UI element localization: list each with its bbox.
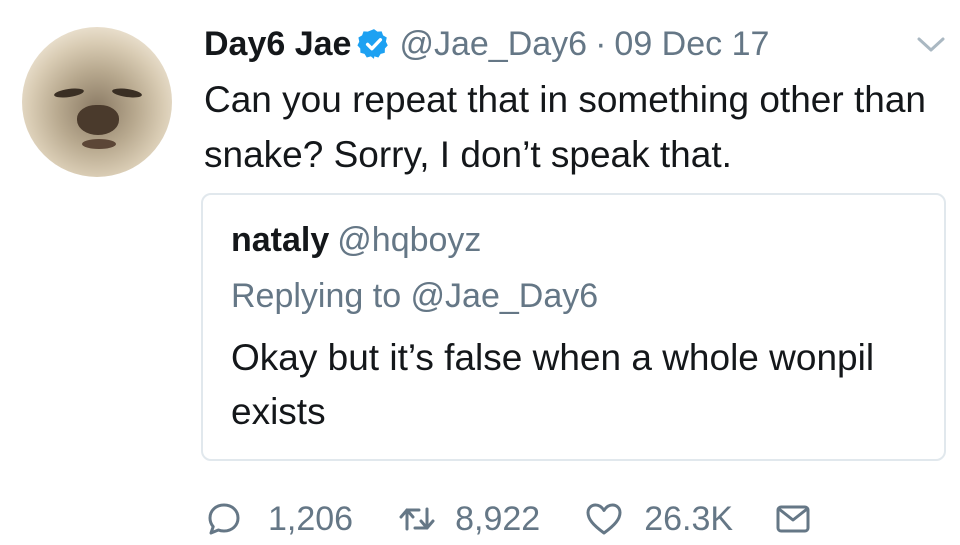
reply-button[interactable]: 1,206 (204, 499, 353, 539)
avatar-eye-left (53, 86, 85, 100)
quoted-tweet[interactable]: nataly @hqboyz Replying to @Jae_Day6 Okay… (201, 193, 946, 461)
retweet-count: 8,922 (455, 499, 541, 538)
reply-icon (208, 503, 240, 535)
replying-to: Replying to @Jae_Day6 (231, 277, 599, 315)
tweet-text: Can you repeat that in something other t… (204, 79, 926, 175)
retweet-button[interactable]: 8,922 (397, 499, 540, 539)
avatar-nose (77, 105, 119, 135)
author-handle[interactable]: @Jae_Day6 (399, 25, 587, 64)
retweet-icon (399, 507, 435, 531)
heart-icon (586, 503, 622, 535)
avatar[interactable] (22, 27, 172, 177)
verified-badge-icon (357, 29, 389, 59)
chevron-down-icon[interactable] (916, 34, 946, 54)
author-name[interactable]: Day6 Jae (204, 25, 351, 64)
quoted-author-name: nataly (231, 221, 330, 259)
quoted-tweet-header: nataly @hqboyz (231, 221, 481, 260)
like-button[interactable]: 26.3K (584, 499, 733, 539)
separator-dot: · (595, 24, 607, 63)
like-count: 26.3K (644, 499, 734, 538)
quoted-author-handle: @hqboyz (337, 221, 482, 259)
tweet-actions: 1,206 8,922 26.3K (204, 496, 813, 542)
reply-count: 1,206 (268, 499, 354, 538)
direct-message-button[interactable] (773, 499, 813, 539)
quoted-tweet-text: Okay but it’s false when a whole wonpil … (231, 337, 875, 432)
avatar-eye-right (111, 86, 143, 100)
message-icon (776, 505, 810, 533)
tweet-date[interactable]: 09 Dec 17 (614, 25, 769, 64)
tweet-header: Day6 Jae @Jae_Day6 · 09 Dec 17 (204, 22, 769, 66)
avatar-mouth (82, 139, 116, 149)
